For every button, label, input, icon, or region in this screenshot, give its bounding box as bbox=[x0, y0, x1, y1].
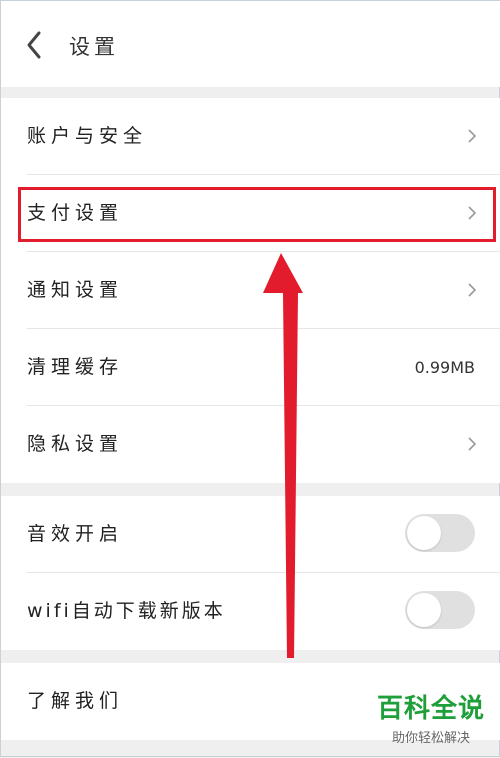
watermark-title: 百科全说 bbox=[376, 694, 485, 724]
app-window: 设置 账户与安全 支付设置 通知设置 清理缓存 0.99MB 隐私设置 音效开启… bbox=[0, 0, 500, 757]
annotation-arrow-icon bbox=[263, 253, 303, 658]
watermark-logo: 百科全说 助你轻松解决 bbox=[377, 688, 485, 746]
watermark-subtitle: 助你轻松解决 bbox=[391, 731, 470, 746]
